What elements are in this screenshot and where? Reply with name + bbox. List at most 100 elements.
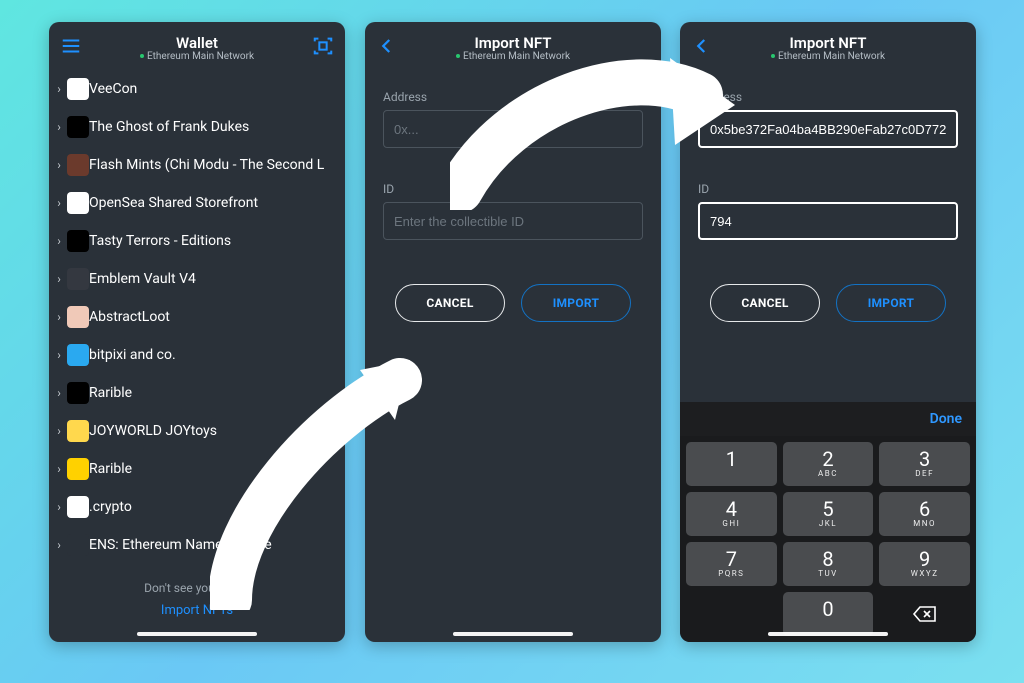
- list-item[interactable]: › Tasty Terrors - Editions: [51, 222, 339, 260]
- address-input[interactable]: [383, 110, 643, 148]
- key-2[interactable]: 2ABC: [783, 442, 874, 486]
- chevron-right-icon: ›: [51, 348, 67, 362]
- collection-icon: [67, 154, 89, 176]
- import-header: Import NFT Ethereum Main Network: [365, 22, 661, 70]
- footer-note: Don't see your NFT?: [49, 565, 345, 603]
- collection-icon: [67, 534, 89, 556]
- list-item[interactable]: › Rarible: [51, 374, 339, 412]
- import-header: Import NFT Ethereum Main Network: [680, 22, 976, 70]
- key-1[interactable]: 1: [686, 442, 777, 486]
- collection-label: Tasty Terrors - Editions: [89, 233, 231, 249]
- collection-label: ENS: Ethereum Name Service: [89, 537, 272, 553]
- import-network: Ethereum Main Network: [456, 51, 570, 62]
- menu-icon[interactable]: [55, 30, 87, 62]
- collection-label: JOYWORLD JOYtoys: [89, 423, 217, 439]
- collection-label: OpenSea Shared Storefront: [89, 195, 258, 211]
- wallet-screen: Wallet Ethereum Main Network › VeeCon› T…: [49, 22, 345, 642]
- import-nfts-link[interactable]: Import NFTs: [49, 603, 345, 642]
- chevron-right-icon: ›: [51, 538, 67, 552]
- scan-icon[interactable]: [307, 30, 339, 62]
- wallet-header: Wallet Ethereum Main Network: [49, 22, 345, 70]
- id-label: ID: [698, 182, 958, 196]
- collection-label: VeeCon: [89, 81, 137, 97]
- home-indicator: [453, 632, 573, 636]
- id-input[interactable]: [383, 202, 643, 240]
- list-item[interactable]: › The Ghost of Frank Dukes: [51, 108, 339, 146]
- import-nft-filled-screen: Import NFT Ethereum Main Network Address…: [680, 22, 976, 642]
- chevron-right-icon: ›: [51, 500, 67, 514]
- collection-label: The Ghost of Frank Dukes: [89, 119, 249, 135]
- numeric-keypad: 12ABC3DEF 4GHI5JKL6MNO 7PQRS8TUV9WXYZ0: [680, 436, 976, 642]
- import-network: Ethereum Main Network: [771, 51, 885, 62]
- collection-icon: [67, 458, 89, 480]
- key-7[interactable]: 7PQRS: [686, 542, 777, 586]
- keyboard-done-bar: Done: [680, 402, 976, 436]
- chevron-right-icon: ›: [51, 310, 67, 324]
- collection-label: .crypto: [89, 499, 132, 515]
- list-item[interactable]: › AbstractLoot: [51, 298, 339, 336]
- list-item[interactable]: › JOYWORLD JOYtoys: [51, 412, 339, 450]
- chevron-right-icon: ›: [51, 424, 67, 438]
- home-indicator: [137, 632, 257, 636]
- collection-icon: [67, 344, 89, 366]
- list-item[interactable]: › ENS: Ethereum Name Service: [51, 526, 339, 564]
- list-item[interactable]: › Emblem Vault V4: [51, 260, 339, 298]
- backspace-key[interactable]: [879, 592, 970, 636]
- collection-label: Emblem Vault V4: [89, 271, 196, 287]
- import-button[interactable]: IMPORT: [521, 284, 631, 322]
- collection-icon: [67, 420, 89, 442]
- collection-icon: [67, 192, 89, 214]
- key-6[interactable]: 6MNO: [879, 492, 970, 536]
- nft-collections-list[interactable]: › VeeCon› The Ghost of Frank Dukes› Flas…: [49, 70, 345, 565]
- collection-label: bitpixi and co.: [89, 347, 176, 363]
- chevron-right-icon: ›: [51, 158, 67, 172]
- collection-label: Rarible: [89, 461, 132, 477]
- cancel-button[interactable]: CANCEL: [395, 284, 505, 322]
- key-3[interactable]: 3DEF: [879, 442, 970, 486]
- collection-icon: [67, 268, 89, 290]
- chevron-right-icon: ›: [51, 462, 67, 476]
- done-button[interactable]: Done: [930, 411, 962, 427]
- chevron-right-icon: ›: [51, 82, 67, 96]
- address-label: Address: [383, 90, 643, 104]
- chevron-right-icon: ›: [51, 386, 67, 400]
- list-item[interactable]: › OpenSea Shared Storefront: [51, 184, 339, 222]
- collection-label: Flash Mints (Chi Modu - The Second L: [89, 157, 324, 173]
- list-item[interactable]: › VeeCon: [51, 70, 339, 108]
- chevron-right-icon: ›: [51, 272, 67, 286]
- key-blank: [686, 592, 777, 636]
- chevron-right-icon: ›: [51, 234, 67, 248]
- collection-icon: [67, 496, 89, 518]
- chevron-right-icon: ›: [51, 196, 67, 210]
- id-input-filled[interactable]: [698, 202, 958, 240]
- import-title: Import NFT: [456, 35, 570, 51]
- back-icon[interactable]: [371, 30, 403, 62]
- list-item[interactable]: › .crypto: [51, 488, 339, 526]
- id-label: ID: [383, 182, 643, 196]
- collection-icon: [67, 116, 89, 138]
- collection-icon: [67, 382, 89, 404]
- list-item[interactable]: › Rarible: [51, 450, 339, 488]
- key-9[interactable]: 9WXYZ: [879, 542, 970, 586]
- collection-label: Rarible: [89, 385, 132, 401]
- collection-icon: [67, 230, 89, 252]
- wallet-network: Ethereum Main Network: [140, 51, 254, 62]
- wallet-title: Wallet: [140, 35, 254, 51]
- key-4[interactable]: 4GHI: [686, 492, 777, 536]
- cancel-button[interactable]: CANCEL: [710, 284, 820, 322]
- back-icon[interactable]: [686, 30, 718, 62]
- list-item[interactable]: › Flash Mints (Chi Modu - The Second L: [51, 146, 339, 184]
- key-5[interactable]: 5JKL: [783, 492, 874, 536]
- address-input-filled[interactable]: [698, 110, 958, 148]
- home-indicator: [768, 632, 888, 636]
- key-0[interactable]: 0: [783, 592, 874, 636]
- collection-icon: [67, 306, 89, 328]
- chevron-right-icon: ›: [51, 120, 67, 134]
- import-title: Import NFT: [771, 35, 885, 51]
- key-8[interactable]: 8TUV: [783, 542, 874, 586]
- import-button[interactable]: IMPORT: [836, 284, 946, 322]
- list-item[interactable]: › bitpixi and co.: [51, 336, 339, 374]
- collection-icon: [67, 78, 89, 100]
- import-nft-empty-screen: Import NFT Ethereum Main Network Address…: [365, 22, 661, 642]
- address-label: Address: [698, 90, 958, 104]
